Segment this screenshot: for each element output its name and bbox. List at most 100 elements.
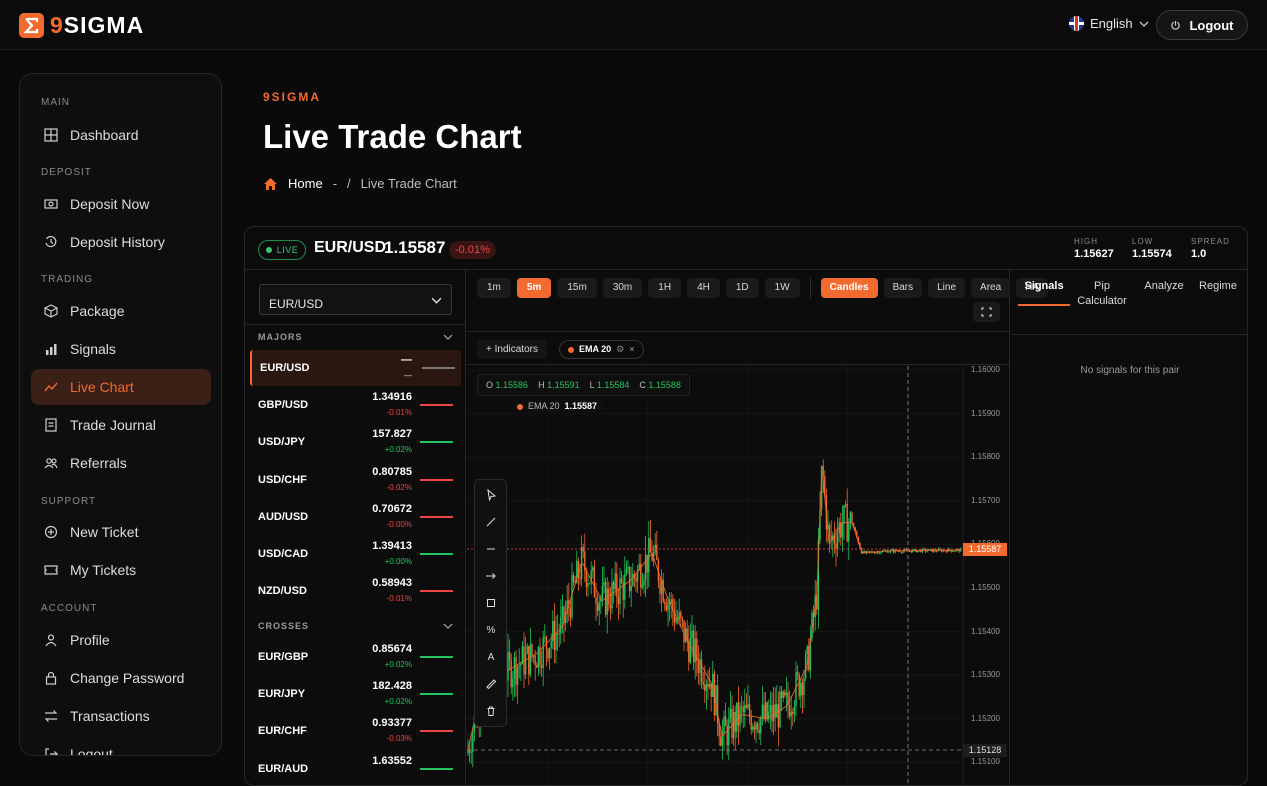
tab-regime[interactable]: Regime <box>1195 279 1241 294</box>
sidebar-item-deposit-history[interactable]: Deposit History <box>31 224 211 260</box>
tab-analyze[interactable]: Analyze <box>1135 279 1193 294</box>
timeframe-30m-button[interactable]: 30m <box>602 278 643 298</box>
candle-body <box>603 582 605 586</box>
pair-row-eur-chf[interactable]: EUR/CHF 0.93377 -0.03% <box>250 713 461 749</box>
sidebar-item-label: Change Password <box>70 670 185 686</box>
sidebar-item-profile[interactable]: Profile <box>31 622 211 658</box>
chevron-down-icon[interactable] <box>443 332 453 342</box>
sidebar-item-package[interactable]: Package <box>31 293 211 329</box>
candle-body <box>774 704 776 718</box>
tab-signals[interactable]: Signals <box>1018 279 1070 294</box>
chart-style-line-button[interactable]: Line <box>928 278 966 298</box>
indicators-button[interactable]: + Indicators <box>477 340 547 359</box>
sparkline <box>420 553 453 555</box>
candle-body <box>945 550 948 552</box>
pair-row-nzd-usd[interactable]: NZD/USD 0.58943 -0.01% <box>250 573 461 609</box>
sidebar-item-trade-journal[interactable]: Trade Journal <box>31 407 211 443</box>
section-label-deposit: DEPOSIT <box>41 167 92 178</box>
candle-body <box>579 577 581 579</box>
candle-body <box>606 588 608 615</box>
pair-row-eur-gbp[interactable]: EUR/GBP 0.85674 +0.02% <box>250 639 461 675</box>
sidebar-item-my-tickets[interactable]: My Tickets <box>31 552 211 588</box>
pair-select[interactable]: EUR/USD <box>259 284 452 315</box>
sidebar-item-deposit-now[interactable]: Deposit Now <box>31 186 211 222</box>
breadcrumb-home[interactable]: Home <box>288 176 323 191</box>
timeframe-5m-button[interactable]: 5m <box>516 278 552 298</box>
ema-color-dot <box>568 346 574 353</box>
chart-style-area-button[interactable]: Area <box>971 278 1011 298</box>
section-label-support: SUPPORT <box>41 496 97 507</box>
stat-high: HIGH 1.15627 <box>1074 237 1114 260</box>
timeframe-4h-button[interactable]: 4H <box>687 278 720 298</box>
pair-row-usd-chf[interactable]: USD/CHF 0.80785 -0.02% <box>250 462 461 498</box>
candle-body <box>952 551 954 552</box>
timeframe-15m-button[interactable]: 15m <box>557 278 597 298</box>
sidebar-item-logout[interactable]: Logout <box>31 736 211 755</box>
brand-logo[interactable]: 9SIGMA <box>19 12 144 39</box>
pair-row-usd-cad[interactable]: USD/CAD 1.39413 +0.00% <box>250 536 461 572</box>
user-icon <box>45 634 57 647</box>
ohlc-close: C 1.15588 <box>639 380 681 390</box>
chart-style-bars-button[interactable]: Bars <box>883 278 923 298</box>
language-selector[interactable]: English <box>1069 16 1149 31</box>
candle-body <box>678 612 680 620</box>
gear-icon[interactable]: ⚙ <box>616 341 624 358</box>
pair-name: NZD/USD <box>258 585 307 598</box>
candle-body <box>694 638 696 663</box>
trend-line-icon[interactable] <box>484 516 498 530</box>
timeframe-1d-button[interactable]: 1D <box>725 278 759 298</box>
tab-pip-calculator[interactable]: Pip Calculator <box>1073 279 1131 309</box>
ema-indicator-chip[interactable]: EMA 20 ⚙ × <box>559 340 644 359</box>
group-label-crosses: CROSSES <box>258 621 310 631</box>
sidebar-item-live-chart[interactable]: Live Chart <box>31 369 211 405</box>
text-icon[interactable]: A <box>484 651 498 665</box>
candle-body <box>707 684 709 688</box>
logout-label: Logout <box>1189 17 1234 33</box>
timeframe-1m-button[interactable]: 1m <box>477 278 511 298</box>
candle-body <box>747 704 749 708</box>
chevron-down-icon[interactable] <box>443 621 453 631</box>
candle-body <box>536 665 538 668</box>
sidebar-item-change-password[interactable]: Change Password <box>31 660 211 696</box>
current-price-tag: 1.15587 <box>963 543 1007 556</box>
fullscreen-button[interactable] <box>973 302 1000 322</box>
pair-row-eur-jpy[interactable]: EUR/JPY 182.428 +0.02% <box>250 676 461 712</box>
ray-icon[interactable] <box>484 570 498 584</box>
close-icon[interactable]: × <box>629 341 634 358</box>
fib-icon[interactable]: % <box>484 624 498 638</box>
sidebar-item-referrals[interactable]: Referrals <box>31 445 211 481</box>
candle-body <box>529 644 532 675</box>
candle-body <box>508 651 511 660</box>
section-label-main: MAIN <box>41 97 70 108</box>
candle-body <box>822 466 824 477</box>
signals-tabs: Signals Pip Calculator Analyze Regime <box>1011 270 1247 335</box>
breadcrumb-separator: - <box>332 176 338 191</box>
sidebar-item-dashboard[interactable]: Dashboard <box>31 117 211 153</box>
price-axis-label: 1.15200 <box>971 713 1000 723</box>
trash-icon[interactable] <box>484 705 498 719</box>
drawing-toolbar: % A <box>474 479 507 727</box>
pair-row-usd-jpy[interactable]: USD/JPY 157.827 +0.02% <box>250 424 461 460</box>
candle-body <box>782 691 784 699</box>
ruler-icon[interactable] <box>484 678 498 692</box>
pair-row-eur-aud[interactable]: EUR/AUD 1.63552 <box>250 751 461 785</box>
sidebar-item-new-ticket[interactable]: New Ticket <box>31 514 211 550</box>
logout-button[interactable]: Logout <box>1156 10 1248 40</box>
timeframe-1w-button[interactable]: 1W <box>764 278 800 298</box>
rectangle-icon[interactable] <box>484 597 498 611</box>
chart-style-candles-button[interactable]: Candles <box>820 278 878 298</box>
sidebar-item-signals[interactable]: Signals <box>31 331 211 367</box>
horizontal-line-icon[interactable] <box>484 543 498 557</box>
cursor-icon[interactable] <box>484 488 498 503</box>
pair-row-eur-usd[interactable]: EUR/USD — — <box>250 350 461 386</box>
candle-body <box>616 573 618 597</box>
sidebar-item-transactions[interactable]: Transactions <box>31 698 211 734</box>
pair-row-aud-usd[interactable]: AUD/USD 0.70672 -0.00% <box>250 499 461 535</box>
pair-row-gbp-usd[interactable]: GBP/USD 1.34916 -0.01% <box>250 387 461 423</box>
candlestick-chart[interactable] <box>467 366 1010 786</box>
timeframe-1h-button[interactable]: 1H <box>648 278 682 298</box>
crosshair-price-tag: 1.15128 <box>963 744 1007 757</box>
candle-body <box>585 570 588 587</box>
candle-body <box>798 674 800 697</box>
pair-name: EUR/AUD <box>258 762 309 775</box>
